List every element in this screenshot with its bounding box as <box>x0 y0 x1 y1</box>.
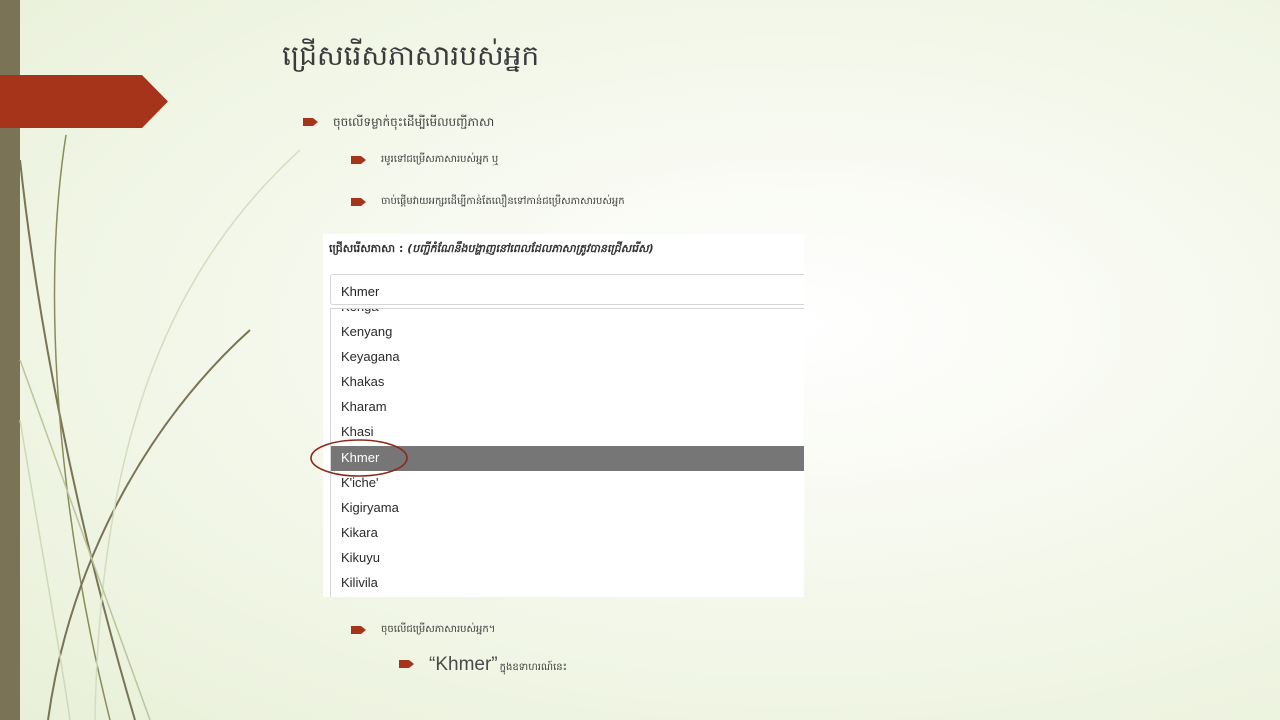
option-khakas[interactable]: Khakas <box>331 370 804 395</box>
field-label: ជ្រើសរើសភាសា : (បញ្ជីកំណែនឹងបង្ហាញនៅពេលដ… <box>329 242 654 258</box>
bullet-text: ចុចលើទម្លាក់ចុះដើម្បីមើលបញ្ជីភាសា <box>333 115 495 129</box>
option-kharam[interactable]: Kharam <box>331 395 804 420</box>
arrow-bullet-icon <box>303 118 318 126</box>
option-kikuyu[interactable]: Kikuyu <box>331 546 804 571</box>
sub-bullet-example: “Khmer” ក្នុងឧទាហរណ៍នេះ <box>399 654 567 676</box>
option-keyagana[interactable]: Keyagana <box>331 345 804 370</box>
bullet-scroll: រមូរទៅជម្រើសភាសារបស់អ្នក ឬ <box>351 152 498 167</box>
bullet-click-dropdown: ចុចលើទម្លាក់ចុះដើម្បីមើលបញ្ជីភាសា <box>303 114 494 132</box>
option-kenga[interactable]: Kenga <box>331 309 804 320</box>
bullet-text: ចាប់ផ្តើមវាយអក្សរដើម្បីកាន់តែលឿនទៅកាន់ជម… <box>381 196 625 207</box>
arrow-bullet-icon <box>351 156 366 164</box>
slide-title: ជ្រើសរើសភាសារបស់អ្នក <box>282 39 540 72</box>
option-kiche[interactable]: K'iche' <box>331 471 804 496</box>
bullet-click-option: ចុចលើជម្រើសភាសារបស់អ្នក។ <box>351 622 495 637</box>
option-kigiryama[interactable]: Kigiryama <box>331 496 804 521</box>
example-word: “Khmer” <box>429 654 498 675</box>
option-kenyang[interactable]: Kenyang <box>331 320 804 345</box>
red-arrow-tab <box>0 75 168 128</box>
label-hint: (បញ្ជីកំណែនឹងបង្ហាញនៅពេលដែលភាសាត្រូវបានជ… <box>407 242 654 255</box>
label-main: ជ្រើសរើសភាសា : <box>329 242 408 255</box>
option-khasi[interactable]: Khasi <box>331 420 804 445</box>
language-select-screenshot: ជ្រើសរើសភាសា : (បញ្ជីកំណែនឹងបង្ហាញនៅពេលដ… <box>323 234 804 597</box>
option-kikara[interactable]: Kikara <box>331 521 804 546</box>
language-dropdown-list[interactable]: Kenga Kenyang Keyagana Khakas Kharam Kha… <box>330 308 804 597</box>
arrow-bullet-icon <box>351 626 366 634</box>
example-text: ក្នុងឧទាហរណ៍នេះ <box>499 662 568 673</box>
bullet-text: ចុចលើជម្រើសភាសារបស់អ្នក។ <box>381 624 496 635</box>
language-select[interactable]: Khmer <box>330 274 804 305</box>
option-kilivila[interactable]: Kilivila <box>331 571 804 596</box>
option-khmer-selected[interactable]: Khmer <box>331 446 804 471</box>
bullet-text: រមូរទៅជម្រើសភាសារបស់អ្នក ឬ <box>381 154 499 165</box>
bullet-type: ចាប់ផ្តើមវាយអក្សរដើម្បីកាន់តែលឿនទៅកាន់ជម… <box>351 194 625 209</box>
arrow-bullet-icon <box>351 198 366 206</box>
arrow-bullet-icon <box>399 660 414 668</box>
